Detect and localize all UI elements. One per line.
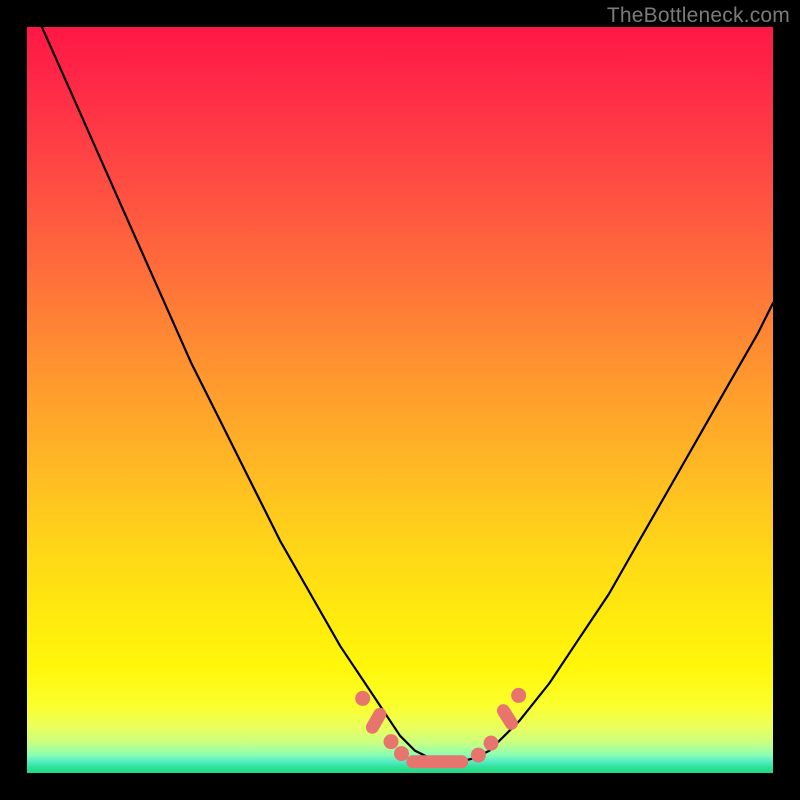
- valley-marker: [484, 736, 499, 751]
- valley-marker: [363, 705, 388, 736]
- valley-marker: [471, 748, 486, 763]
- chart-frame: TheBottleneck.com: [0, 0, 800, 800]
- valley-markers: [355, 688, 526, 768]
- bottleneck-curve: [42, 27, 773, 762]
- valley-marker: [406, 755, 468, 768]
- chart-svg: [27, 27, 773, 773]
- valley-marker: [355, 691, 370, 706]
- valley-marker: [511, 688, 526, 703]
- watermark-text: TheBottleneck.com: [607, 4, 790, 28]
- valley-marker: [394, 746, 409, 761]
- valley-marker: [384, 734, 399, 749]
- chart-plot-area: [27, 27, 773, 773]
- valley-marker: [494, 702, 520, 733]
